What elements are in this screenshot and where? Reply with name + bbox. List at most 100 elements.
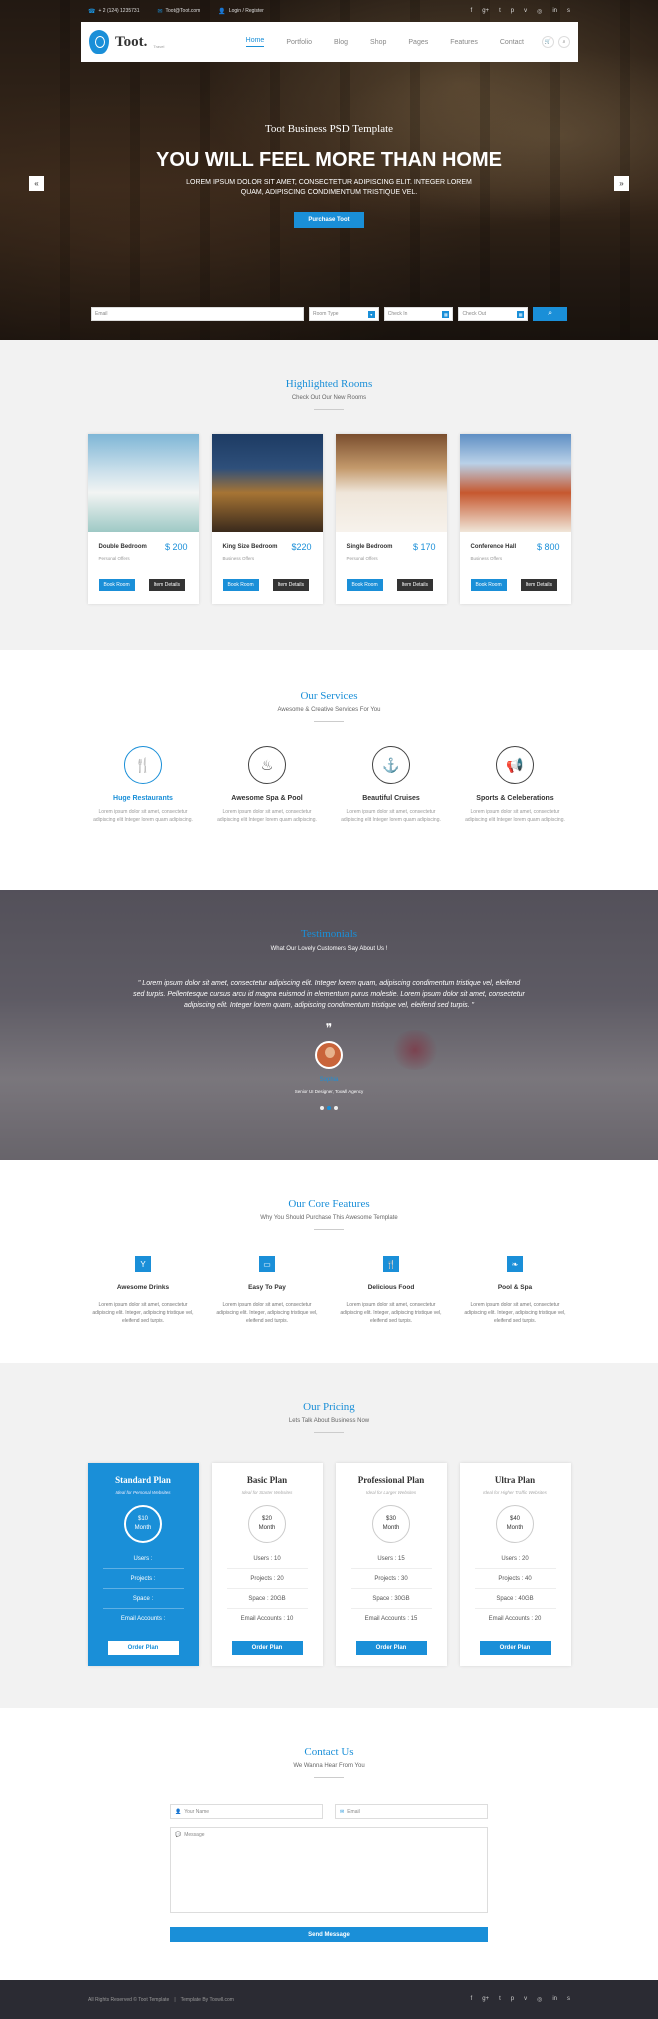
order-plan-button[interactable]: Order Plan (107, 1641, 179, 1655)
vine-icon[interactable]: v (524, 1996, 527, 2003)
nav-shop[interactable]: Shop (370, 39, 386, 46)
nav-portfolio[interactable]: Portfolio (286, 39, 312, 46)
google-plus-icon[interactable]: g+ (482, 8, 489, 15)
feature-item: ▭ Easy To Pay Lorem ipsum dolor sit amet… (211, 1256, 323, 1325)
plan-price: $30 Month (372, 1505, 410, 1543)
check-in-field[interactable]: Check In ▦ (383, 307, 454, 321)
facebook-icon[interactable]: f (471, 8, 473, 15)
envelope-icon: ✉ (157, 8, 163, 15)
book-room-button[interactable]: Book Room (346, 579, 383, 591)
book-room-button[interactable]: Book Room (470, 579, 507, 591)
instagram-icon[interactable]: ◎ (537, 1996, 542, 2003)
main-nav: Home Portfolio Blog Shop Pages Features … (245, 36, 570, 48)
facebook-icon[interactable]: f (471, 1996, 473, 2003)
section-subtitle: Why You Should Purchase This Awesome Tem… (260, 1215, 398, 1221)
instagram-icon[interactable]: ◎ (537, 8, 542, 15)
section-title: Our Pricing (303, 1401, 355, 1413)
skype-icon[interactable]: s (567, 8, 570, 15)
carousel-dot[interactable] (334, 1106, 338, 1110)
cocktail-icon: Y (135, 1256, 151, 1272)
vine-icon[interactable]: v (524, 8, 527, 15)
email-info[interactable]: ✉ Toot@Toot.com (158, 8, 201, 15)
linkedin-icon[interactable]: in (552, 8, 557, 15)
plan-price: $10 Month (124, 1505, 162, 1543)
item-details-button[interactable]: Item Details (272, 579, 310, 591)
anchor-icon: ⚓ (372, 746, 410, 784)
item-details-button[interactable]: Item Details (396, 579, 434, 591)
booking-search-bar: Email Room Type ▾ Check In ▦ Check Out ▦ ⌕ (91, 307, 567, 321)
pricing-plan: Basic Plan Ideal for Starter Websites $2… (211, 1463, 323, 1666)
purchase-button[interactable]: Purchase Toot (294, 212, 364, 228)
plan-price: $20 Month (248, 1505, 286, 1543)
room-image[interactable] (335, 434, 447, 532)
service-title: Huge Restaurants (113, 795, 173, 802)
testimonial-role: Senior UI Designer, Toxwll Agency (294, 1089, 364, 1094)
section-subtitle: We Wanna Hear From You (293, 1763, 365, 1769)
highlighted-rooms-section: Highlighted Rooms Check Out Our New Room… (0, 340, 658, 650)
nav-blog[interactable]: Blog (334, 39, 348, 46)
book-room-button[interactable]: Book Room (98, 579, 135, 591)
order-plan-button[interactable]: Order Plan (479, 1641, 551, 1655)
hero-title: YOU WILL FEEL MORE THAN HOME (156, 149, 502, 171)
room-image[interactable] (459, 434, 571, 532)
skype-icon[interactable]: s (567, 1996, 570, 2003)
room-image[interactable] (87, 434, 199, 532)
email-input[interactable]: ✉ Email (335, 1804, 488, 1819)
cart-icon[interactable]: 🛒 (542, 36, 554, 48)
room-name: Conference Hall (470, 544, 517, 550)
linkedin-icon[interactable]: in (552, 1996, 557, 2003)
feature-item: ❧ Pool & Spa Lorem ipsum dolor sit amet,… (459, 1256, 571, 1325)
section-title: Contact Us (304, 1746, 354, 1758)
room-type-select[interactable]: Room Type ▾ (309, 307, 379, 321)
service-description: Lorem ipsum dolor sit amet, consectetur … (93, 809, 193, 823)
plan-space: Space : 30GB (350, 1589, 432, 1609)
feature-description: Lorem ipsum dolor sit amet, consectetur … (216, 1302, 318, 1324)
nav-contact[interactable]: Contact (500, 39, 524, 46)
section-title: Highlighted Rooms (285, 378, 373, 390)
room-name: Double Bedroom (98, 544, 147, 550)
nav-home[interactable]: Home (245, 37, 265, 47)
comment-icon: 💬 (175, 1832, 182, 1838)
pinterest-icon[interactable]: p (511, 1996, 514, 2003)
twitter-icon[interactable]: t (499, 8, 501, 15)
credit-link[interactable]: Template By Toxwll.com (181, 1997, 234, 2003)
plan-users: Users : 10 (226, 1549, 308, 1569)
login-link[interactable]: 👤 Login / Register (218, 8, 264, 15)
order-plan-button[interactable]: Order Plan (355, 1641, 427, 1655)
room-price: $ 170 (412, 542, 436, 552)
section-subtitle: Lets Talk About Business Now (288, 1418, 370, 1424)
twitter-icon[interactable]: t (499, 1996, 501, 2003)
hero-section: ☎ + 2 (124) 1235731 ✉ Toot@Toot.com 👤 Login… (0, 0, 658, 340)
cutlery-icon: 🍴 (383, 1256, 399, 1272)
search-icon[interactable]: ⌕ (558, 36, 570, 48)
chevron-down-icon: ▾ (367, 310, 375, 318)
carousel-dot-active[interactable] (327, 1106, 331, 1110)
plan-projects: Projects : 20 (226, 1569, 308, 1589)
item-details-button[interactable]: Item Details (148, 579, 186, 591)
book-room-button[interactable]: Book Room (222, 579, 259, 591)
nav-pages[interactable]: Pages (408, 39, 428, 46)
item-details-button[interactable]: Item Details (520, 579, 558, 591)
strawberry-logo-icon (89, 30, 109, 54)
message-textarea[interactable]: 💬 Message (170, 1827, 488, 1913)
logo[interactable]: Toot. Travel (89, 30, 164, 54)
carousel-dot[interactable] (320, 1106, 324, 1110)
service-description: Lorem ipsum dolor sit amet, consectetur … (465, 809, 565, 823)
check-out-field[interactable]: Check Out ▦ (458, 307, 529, 321)
order-plan-button[interactable]: Order Plan (231, 1641, 303, 1655)
section-title: Our Core Features (288, 1198, 370, 1210)
plan-name: Basic Plan (246, 1475, 288, 1485)
search-button[interactable]: ⌕ (533, 307, 567, 321)
nav-features[interactable]: Features (450, 39, 478, 46)
google-plus-icon[interactable]: g+ (482, 1996, 489, 2003)
room-image[interactable] (211, 434, 323, 532)
email-field[interactable]: Email (91, 307, 305, 321)
pinterest-icon[interactable]: p (511, 8, 514, 15)
slider-prev-button[interactable]: « (29, 176, 44, 191)
name-input[interactable]: 👤 Your Name (170, 1804, 323, 1819)
send-message-button[interactable]: Send Message (170, 1927, 488, 1942)
section-subtitle: Check Out Our New Rooms (291, 395, 367, 401)
plan-name: Professional Plan (357, 1475, 425, 1485)
slider-next-button[interactable]: » (614, 176, 629, 191)
room-card: King Size Bedroom $220 Business Offers Bo… (211, 434, 323, 604)
